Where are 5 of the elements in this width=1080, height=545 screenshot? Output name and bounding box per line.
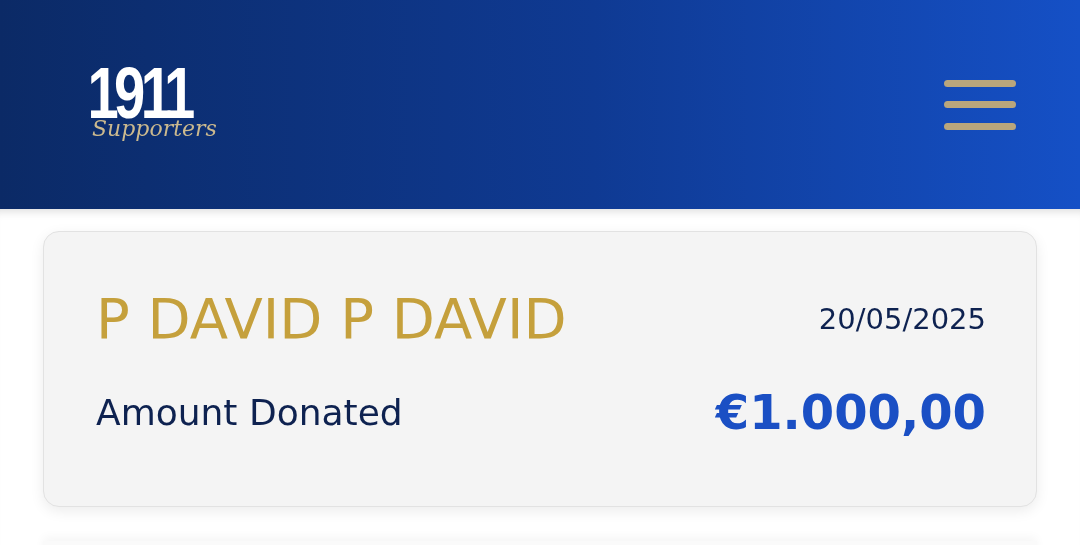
donor-name: P DAVID P DAVID — [96, 285, 567, 353]
amount-label: Amount Donated — [96, 391, 403, 433]
menu-icon[interactable] — [944, 79, 1016, 130]
donation-date: 20/05/2025 — [818, 302, 986, 336]
donation-amount: €1.000,00 — [715, 384, 986, 440]
